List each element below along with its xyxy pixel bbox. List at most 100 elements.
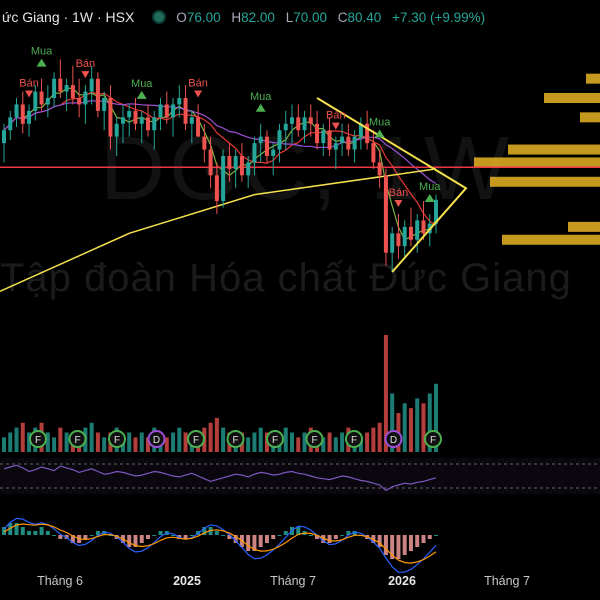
candle-body	[315, 123, 320, 144]
buy-signal-label: Mua	[369, 117, 391, 129]
volume-bar	[296, 437, 301, 452]
volume-bar	[183, 432, 188, 452]
candle-body	[33, 91, 38, 111]
candle-body	[214, 175, 219, 202]
macd-histogram-bar	[427, 535, 432, 539]
macd-histogram-bar	[189, 535, 194, 536]
macd-histogram-bar	[277, 535, 282, 536]
macd-histogram-bar	[139, 535, 144, 543]
close-value: 80.40	[347, 9, 382, 25]
macd-histogram-bar	[434, 535, 438, 536]
volume-bar	[415, 398, 420, 452]
candle-body	[196, 117, 201, 137]
volume-bar	[371, 427, 376, 452]
macd-histogram-bar	[20, 527, 25, 535]
buy-signal-icon	[424, 194, 435, 202]
candle-body	[146, 117, 150, 131]
close-label: C	[337, 9, 348, 25]
volume-bar	[2, 437, 6, 452]
candle-body	[183, 98, 188, 124]
time-axis-label: Tháng 7	[270, 574, 316, 588]
candle-body	[302, 117, 307, 131]
candle-body	[402, 226, 407, 247]
buy-signal-label: Mua	[250, 91, 272, 103]
volume-bar	[102, 437, 107, 452]
high-label: H	[231, 9, 242, 25]
candle-body	[39, 91, 44, 105]
candle-body	[20, 104, 25, 124]
macd-histogram-bar	[377, 535, 382, 547]
volume-bar	[208, 422, 213, 452]
candle-body	[239, 156, 244, 176]
volume-bar	[64, 432, 69, 452]
volume-event-label: F	[232, 435, 238, 446]
macd-histogram-bar	[264, 535, 269, 543]
candle-body	[277, 130, 282, 150]
candle-body	[271, 149, 276, 156]
volume-bar	[89, 422, 94, 452]
volume-event-label: F	[272, 435, 278, 446]
macd-histogram-bar	[308, 535, 313, 536]
market-status-icon	[152, 10, 167, 24]
macd-histogram-bar	[415, 535, 420, 547]
volume-bar	[45, 432, 50, 452]
candle-body	[352, 136, 357, 150]
volume-event-label: F	[193, 435, 199, 446]
volume-bar	[258, 427, 263, 452]
volume-bar	[421, 403, 426, 452]
candle-body	[258, 136, 263, 144]
candle-body	[333, 143, 338, 150]
volume-profile-bar	[490, 176, 600, 187]
volume-bar	[246, 437, 251, 452]
macd-histogram-bar	[402, 535, 407, 555]
macd-histogram-bar	[214, 531, 219, 535]
candle-body	[158, 104, 163, 118]
candle-body	[127, 110, 132, 118]
candle-body	[208, 149, 213, 176]
candle-body	[233, 156, 238, 169]
candle-body	[58, 78, 63, 92]
volume-event-label: F	[74, 435, 80, 446]
macd-histogram-bar	[271, 535, 276, 539]
macd-histogram-bar	[246, 535, 251, 551]
volume-profile-bar	[568, 221, 600, 232]
candle-body	[14, 104, 19, 118]
candle-body	[321, 130, 326, 144]
chart-stage[interactable]: DGC, 1W Tập đoàn Hóa chất Đức Giang Mua B…	[0, 0, 600, 600]
volume-bar	[14, 427, 19, 452]
buy-signal-icon	[36, 58, 47, 67]
time-axis-label: 2025	[173, 574, 201, 588]
candle-body	[346, 136, 351, 150]
candle-body	[421, 220, 426, 234]
volume-profile-bar	[544, 93, 600, 103]
symbol-title[interactable]: ức Giang · 1W · HSX	[2, 9, 134, 25]
volume-bar	[333, 437, 338, 452]
candle-body	[77, 98, 82, 105]
volume-bar	[95, 432, 100, 452]
candle-body	[340, 136, 345, 144]
volume-bar	[20, 422, 25, 452]
buy-signal-icon	[255, 103, 266, 112]
sell-signal-label: Bán	[19, 77, 39, 89]
candle-body	[95, 78, 100, 111]
open-value: 76.00	[186, 9, 221, 25]
candle-body	[227, 156, 232, 169]
candle-body	[383, 175, 388, 253]
macd-histogram-bar	[408, 535, 413, 551]
candle-body	[246, 162, 251, 176]
high-value: 82.00	[241, 9, 275, 25]
volume-bar	[408, 408, 413, 452]
macd-histogram-bar	[146, 535, 150, 539]
volume-bar	[402, 403, 407, 452]
macd-histogram-bar	[52, 535, 57, 536]
price-chart[interactable]: MuaBánBánMua BánMuaBánMuaBán MuaF F F D F F F F F D…	[0, 0, 600, 600]
volume-bar	[365, 432, 370, 452]
macd-histogram-bar	[33, 531, 38, 535]
macd-histogram-bar	[283, 531, 288, 535]
candle-body	[189, 117, 194, 124]
candle-body	[308, 117, 313, 124]
macd-histogram-bar	[89, 535, 94, 536]
candle-body	[139, 117, 144, 124]
candle-body	[45, 98, 50, 105]
volume-profile-bar	[580, 112, 600, 123]
